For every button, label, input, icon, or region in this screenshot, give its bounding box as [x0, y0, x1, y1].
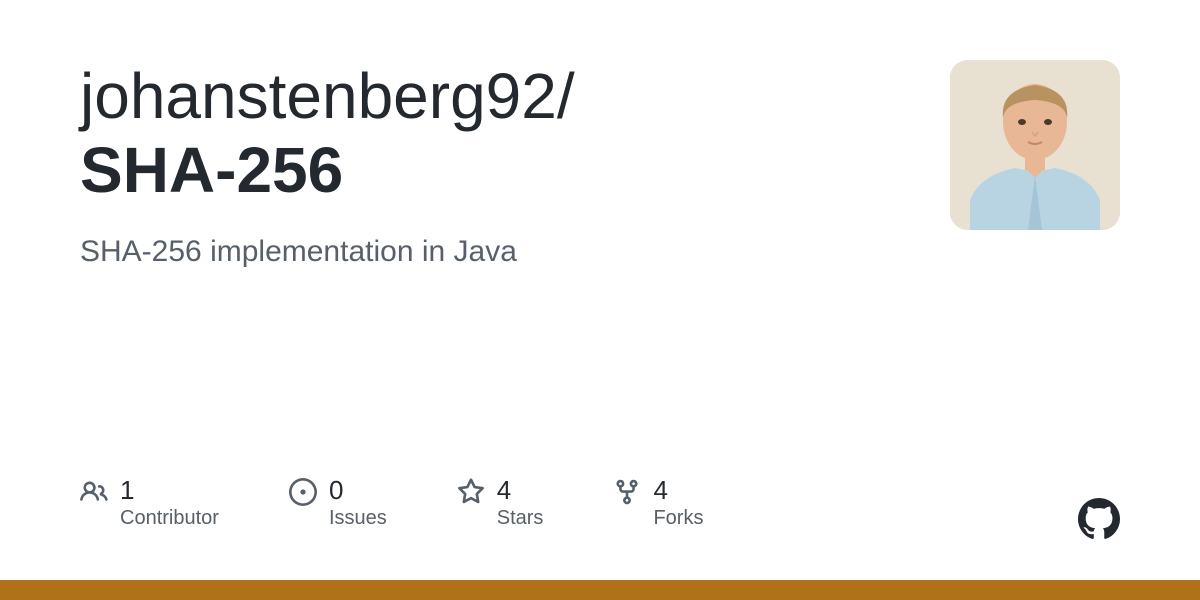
issue-icon [289, 478, 317, 506]
star-icon [457, 478, 485, 506]
stat-issues[interactable]: 0 Issues [289, 476, 387, 530]
stars-count: 4 [497, 476, 544, 505]
forks-label: Forks [653, 507, 703, 530]
language-bar [0, 580, 1200, 600]
stars-label: Stars [497, 507, 544, 530]
issues-label: Issues [329, 507, 387, 530]
repo-description: SHA-256 implementation in Java [80, 235, 920, 269]
stat-contributors[interactable]: 1 Contributor [80, 476, 219, 530]
avatar[interactable] [950, 60, 1120, 230]
stats-row: 1 Contributor 0 Issues 4 Stars 4 Forks [80, 476, 703, 530]
stat-stars[interactable]: 4 Stars [457, 476, 544, 530]
contributors-label: Contributor [120, 507, 219, 530]
repo-owner[interactable]: johanstenberg92 [80, 60, 557, 132]
fork-icon [613, 478, 641, 506]
title-separator: / [557, 60, 575, 132]
forks-count: 4 [653, 476, 703, 505]
contributors-count: 1 [120, 476, 219, 505]
repo-title: johanstenberg92/ SHA-256 [80, 60, 920, 207]
github-logo-icon[interactable] [1078, 498, 1120, 540]
people-icon [80, 478, 108, 506]
issues-count: 0 [329, 476, 387, 505]
stat-forks[interactable]: 4 Forks [613, 476, 703, 530]
repo-name[interactable]: SHA-256 [80, 134, 920, 208]
